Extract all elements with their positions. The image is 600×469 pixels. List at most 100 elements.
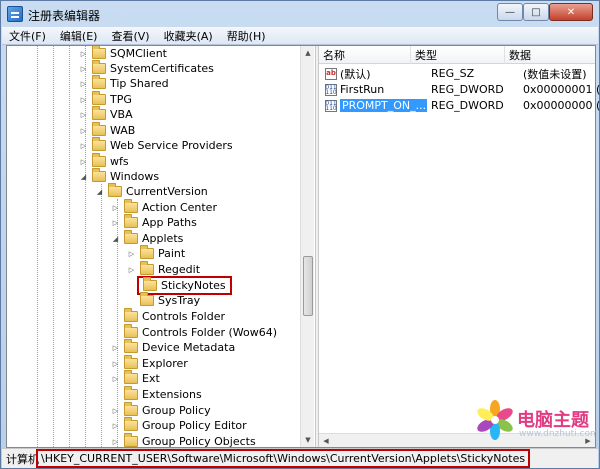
tree-guide-line bbox=[101, 184, 102, 447]
value-row[interactable]: 011110 FirstRun REG_DWORD 0x00000001 (1) bbox=[319, 82, 600, 97]
expand-arrow-icon[interactable]: ▷ bbox=[111, 421, 120, 430]
folder-icon bbox=[124, 308, 138, 322]
open-folder-icon bbox=[108, 183, 122, 197]
scroll-down-arrow-icon[interactable]: ▼ bbox=[303, 435, 313, 445]
tree-item[interactable]: ▷ Regedit bbox=[127, 261, 200, 277]
tree-item[interactable]: ▷ VBA bbox=[79, 106, 133, 122]
scrollbar-thumb[interactable] bbox=[303, 256, 313, 316]
collapse-arrow-icon[interactable]: ◢ bbox=[111, 234, 120, 243]
expand-arrow-icon[interactable]: ▷ bbox=[127, 265, 136, 274]
scroll-left-arrow-icon[interactable]: ◀ bbox=[321, 436, 331, 446]
tree-item[interactable]: ▷ Group Policy bbox=[111, 402, 211, 418]
tree-item[interactable]: ▷ TPG bbox=[79, 91, 132, 107]
folder-icon bbox=[124, 433, 138, 447]
folder-icon bbox=[140, 245, 154, 259]
tree-item[interactable]: ▷ SystemCertificates bbox=[79, 60, 214, 76]
tree-item[interactable]: ◢ Windows bbox=[79, 168, 159, 184]
expand-arrow-icon[interactable]: ▷ bbox=[111, 359, 120, 368]
tree-item[interactable]: Controls Folder bbox=[111, 308, 225, 324]
column-header-data[interactable]: 数据 bbox=[505, 46, 595, 64]
tree-item[interactable]: ▷ SQMClient bbox=[79, 46, 167, 61]
tree-item[interactable]: ▷ Tip Shared bbox=[79, 75, 169, 91]
tree-item-label: Tip Shared bbox=[110, 77, 169, 90]
tree-item[interactable]: ◢ Applets bbox=[111, 230, 183, 246]
expand-arrow-icon[interactable]: ▷ bbox=[79, 157, 88, 166]
tree-item[interactable]: ◢ CurrentVersion bbox=[95, 183, 208, 199]
folder-icon bbox=[92, 60, 106, 74]
value-data: 0x00000000 (0) bbox=[523, 99, 600, 112]
open-folder-icon bbox=[92, 168, 106, 182]
folder-icon bbox=[140, 261, 154, 275]
expand-arrow-icon[interactable]: ▷ bbox=[79, 141, 88, 150]
folder-icon bbox=[124, 370, 138, 384]
folder-icon bbox=[92, 106, 106, 120]
folder-icon bbox=[124, 339, 138, 353]
expand-arrow-icon[interactable]: ▷ bbox=[111, 437, 120, 446]
tree-item-stickynotes[interactable]: StickyNotes bbox=[127, 276, 232, 295]
expand-arrow-icon[interactable]: ▷ bbox=[79, 110, 88, 119]
value-data: 0x00000001 (1) bbox=[523, 83, 600, 96]
expand-arrow-icon[interactable]: ▷ bbox=[79, 95, 88, 104]
value-type: REG_SZ bbox=[431, 67, 475, 80]
expand-arrow-icon[interactable]: ▷ bbox=[79, 64, 88, 73]
expand-arrow-icon[interactable]: ▷ bbox=[111, 218, 120, 227]
scroll-up-arrow-icon[interactable]: ▲ bbox=[303, 48, 313, 58]
expand-arrow-icon[interactable]: ▷ bbox=[111, 374, 120, 383]
folder-icon bbox=[92, 137, 106, 151]
tree-item[interactable]: SysTray bbox=[127, 292, 201, 308]
expand-arrow-icon[interactable]: ▷ bbox=[111, 203, 120, 212]
collapse-arrow-icon[interactable]: ◢ bbox=[95, 187, 104, 196]
value-row-selected[interactable]: 011 110 PROMPT_ON_... REG_DWORD 0x0000000… bbox=[319, 98, 600, 113]
tree-item[interactable]: ▷ Group Policy Objects bbox=[111, 433, 256, 447]
collapse-arrow-icon[interactable]: ◢ bbox=[79, 172, 88, 181]
title-bar[interactable]: 注册表编辑器 — □ ✕ bbox=[1, 1, 599, 27]
folder-icon bbox=[124, 324, 138, 338]
menu-file[interactable]: 文件(F) bbox=[2, 28, 53, 44]
menu-view[interactable]: 查看(V) bbox=[104, 28, 156, 44]
menu-favorites[interactable]: 收藏夹(A) bbox=[157, 28, 220, 44]
folder-icon bbox=[92, 46, 106, 59]
tree-item-label: Ext bbox=[142, 372, 160, 385]
column-header-type[interactable]: 类型 bbox=[411, 46, 505, 64]
tree-item[interactable]: ▷ WAB bbox=[79, 122, 136, 138]
tree-guide-line bbox=[37, 46, 38, 447]
tree-vertical-scrollbar[interactable]: ▲ ▼ bbox=[300, 46, 314, 447]
folder-icon bbox=[143, 277, 157, 291]
maximize-button[interactable]: □ bbox=[523, 3, 549, 21]
minimize-button[interactable]: — bbox=[497, 3, 523, 21]
expand-arrow-icon[interactable]: ▷ bbox=[111, 343, 120, 352]
folder-icon bbox=[92, 91, 106, 105]
tree-item[interactable]: Extensions bbox=[111, 386, 202, 402]
close-button[interactable]: ✕ bbox=[549, 3, 593, 21]
expand-arrow-icon[interactable]: ▷ bbox=[79, 126, 88, 135]
tree-item[interactable]: ▷ Explorer bbox=[111, 355, 188, 371]
tree-item[interactable]: ▷ App Paths bbox=[111, 214, 197, 230]
folder-icon bbox=[124, 417, 138, 431]
menu-edit[interactable]: 编辑(E) bbox=[53, 28, 105, 44]
tree-item-label: WAB bbox=[110, 124, 136, 137]
tree-item[interactable]: ▷ wfs bbox=[79, 153, 129, 169]
column-header-name[interactable]: 名称 bbox=[319, 46, 411, 64]
tree-item-label: StickyNotes bbox=[161, 279, 226, 292]
expand-arrow-icon[interactable]: ▷ bbox=[79, 49, 88, 58]
tree-item[interactable]: ▷ Device Metadata bbox=[111, 339, 235, 355]
tree-item[interactable]: ▷ Ext bbox=[111, 370, 160, 386]
tree-item[interactable]: ▷ Action Center bbox=[111, 199, 217, 215]
expand-arrow-icon[interactable]: ▷ bbox=[79, 79, 88, 88]
tree-item[interactable]: ▷ Paint bbox=[127, 245, 185, 261]
value-row[interactable]: ab (默认) REG_SZ (数值未设置) bbox=[319, 66, 600, 81]
tree-item[interactable]: ▷ Group Policy Editor bbox=[111, 417, 247, 433]
folder-icon bbox=[92, 75, 106, 89]
tree-item-label: TPG bbox=[110, 93, 132, 106]
tree-item[interactable]: ▷ Web Service Providers bbox=[79, 137, 233, 153]
expand-arrow-icon[interactable]: ▷ bbox=[111, 406, 120, 415]
value-type: REG_DWORD bbox=[431, 99, 504, 112]
flower-logo-icon bbox=[477, 400, 513, 440]
watermark-logo: 电脑主题 www.dnzhuti.com bbox=[475, 396, 599, 446]
tree-item[interactable]: Controls Folder (Wow64) bbox=[111, 324, 277, 340]
tree-item-label: SysTray bbox=[158, 294, 201, 307]
expand-arrow-icon[interactable]: ▷ bbox=[127, 249, 136, 258]
menu-help[interactable]: 帮助(H) bbox=[220, 28, 273, 44]
folder-icon bbox=[124, 199, 138, 213]
